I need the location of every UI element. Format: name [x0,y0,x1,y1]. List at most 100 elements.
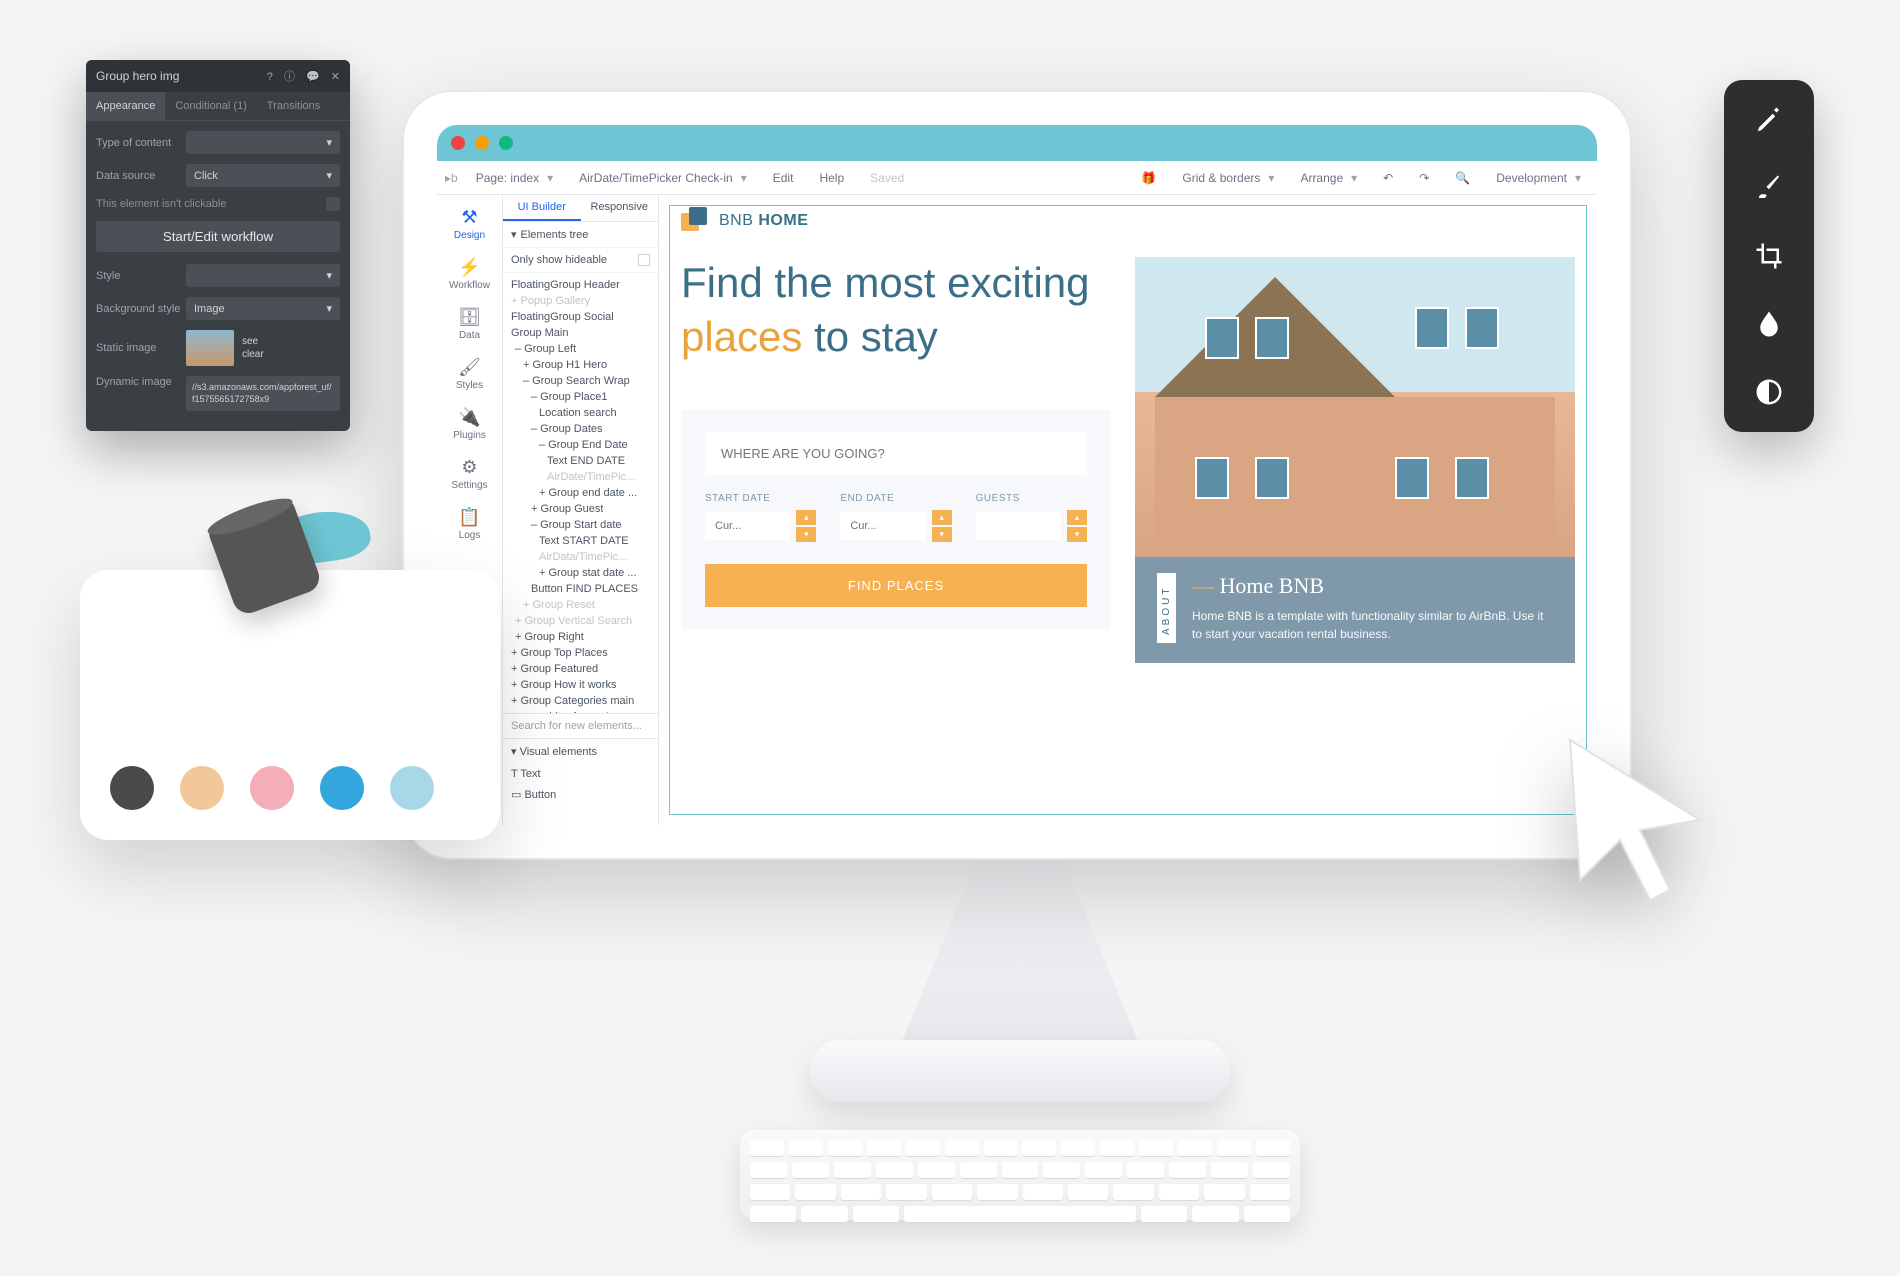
tree-item[interactable]: + Group stat date ... [503,565,658,581]
dynamic-image-label: Dynamic image [96,376,186,388]
tree-item[interactable]: + Group Top Places [503,645,658,661]
edit-menu[interactable]: Edit [765,167,802,189]
only-hideable-checkbox[interactable] [638,254,650,266]
page-selector[interactable]: Page: index [468,167,561,189]
data-source-select[interactable]: Click▾ [186,164,340,187]
not-clickable-row: This element isn't clickable [96,197,340,211]
ve-text-label: Text [520,768,540,780]
crop-tool-icon[interactable] [1749,236,1789,276]
color-swatch[interactable] [390,766,434,810]
clear-link[interactable]: clear [242,349,264,360]
elements-tree-header[interactable]: ▾Elements tree [503,222,658,248]
rail-styles[interactable]: 🖌Styles [437,349,502,399]
close-icon[interactable] [451,136,465,150]
style-label: Style [96,270,186,282]
design-canvas[interactable]: BNB HOME Find the most exciting places t… [659,195,1597,825]
tab-ui-builder[interactable]: UI Builder [503,195,581,221]
elements-panel: UI Builder Responsive ▾Elements tree Onl… [503,195,659,825]
chat-icon[interactable]: 💬 [306,71,320,83]
properties-title: Group hero img [96,69,259,83]
ve-button[interactable]: ▭ Button [503,786,658,807]
color-swatch[interactable] [110,766,154,810]
minimize-icon[interactable] [475,136,489,150]
color-swatch[interactable] [250,766,294,810]
arrange-menu[interactable]: Arrange [1292,167,1365,189]
screen: ▸b Page: index AirDate/TimePicker Check-… [437,125,1597,825]
contrast-tool-icon[interactable] [1749,372,1789,412]
hero-right: ABOUT Home BNB Home BNB is a template wi… [1135,257,1575,663]
color-swatch[interactable] [180,766,224,810]
tree-item[interactable]: – Group End Date [503,437,658,453]
info-icon[interactable]: ⓘ [284,71,295,83]
tree-item[interactable]: + Group Featured [503,661,658,677]
mode-selector[interactable]: Development [1488,167,1589,189]
rail-workflow[interactable]: ⚡Workflow [437,249,502,299]
search-icon[interactable]: 🔍 [1447,167,1478,189]
color-swatch[interactable] [320,766,364,810]
maximize-icon[interactable] [499,136,513,150]
undo-icon[interactable]: ↶ [1375,167,1401,189]
tree-item[interactable]: – Group Start date [503,517,658,533]
gift-icon[interactable]: 🎁 [1133,167,1164,189]
grid-borders-toggle[interactable]: Grid & borders [1174,167,1282,189]
ve-text[interactable]: T Text [503,764,658,786]
tree-item[interactable]: Text END DATE [503,453,658,469]
help-icon[interactable]: ? [267,71,273,83]
rail-plugins[interactable]: 🔌Plugins [437,399,502,449]
tree-item[interactable]: + Group How it works [503,677,658,693]
about-title: Home BNB [1192,573,1553,599]
tab-appearance[interactable]: Appearance [86,92,165,120]
cursor-decoration [1540,720,1740,925]
brush-tool-icon[interactable] [1749,168,1789,208]
tree-item[interactable]: – Group Search Wrap [503,373,658,389]
tree-item[interactable]: Text START DATE [503,533,658,549]
monitor-frame: ▸b Page: index AirDate/TimePicker Check-… [402,90,1632,860]
about-description: Home BNB is a template with functionalit… [1192,607,1553,643]
rail-logs[interactable]: 📋Logs [437,499,502,549]
tree-item[interactable]: + Group Right [503,629,658,645]
tree-item[interactable]: AirData/TimePic... [503,549,658,565]
help-menu[interactable]: Help [811,167,852,189]
bg-style-label: Background style [96,303,186,315]
only-hideable-row[interactable]: Only show hideable [503,248,658,273]
rail-data[interactable]: 🗄Data [437,299,502,349]
style-select[interactable]: ▾ [186,264,340,287]
type-of-content-select[interactable]: ▾ [186,131,340,154]
search-elements-input[interactable]: Search for new elements... [503,713,658,738]
droplet-tool-icon[interactable] [1749,304,1789,344]
bg-style-select[interactable]: Image▾ [186,297,340,320]
tree-item[interactable]: Location search [503,405,658,421]
tab-transitions[interactable]: Transitions [257,92,330,120]
tree-item[interactable]: + Group Reset [503,597,658,613]
start-edit-workflow-button[interactable]: Start/Edit workflow [96,221,340,252]
tree-item[interactable]: + Popup Gallery [503,293,658,309]
close-icon[interactable]: ✕ [331,71,340,83]
redo-icon[interactable]: ↷ [1411,167,1437,189]
tree-item[interactable]: – Group Place1 [503,389,658,405]
tree-item[interactable]: + Group H1 Hero [503,357,658,373]
not-clickable-checkbox[interactable] [326,197,340,211]
element-selector[interactable]: AirDate/TimePicker Check-in [571,167,755,189]
rail-design[interactable]: ⚒Design [437,199,502,249]
rail-settings[interactable]: ⚙Settings [437,449,502,499]
dynamic-image-input[interactable]: //s3.amazonaws.com/appforest_uf/f1575565… [186,376,340,411]
tree-item[interactable]: + Group Categories main [503,693,658,709]
visual-elements-header[interactable]: ▾ Visual elements [503,738,658,764]
tab-conditional[interactable]: Conditional (1) [165,92,257,120]
see-link[interactable]: see [242,336,264,347]
tree-item[interactable]: FloatingGroup Header [503,277,658,293]
tree-item[interactable]: – Group Dates [503,421,658,437]
tab-responsive[interactable]: Responsive [581,195,659,221]
tree-item[interactable]: FloatingGroup Social [503,309,658,325]
static-image-thumbnail[interactable] [186,330,234,366]
tree-item[interactable]: Button FIND PLACES [503,581,658,597]
tree-item[interactable]: – Group Left [503,341,658,357]
window-titlebar [437,125,1597,161]
tree-item[interactable]: + Group Guest [503,501,658,517]
tree-item[interactable]: + Group end date ... [503,485,658,501]
tree-item[interactable]: Group Main [503,325,658,341]
paint-bucket-decoration [180,470,360,650]
tree-item[interactable]: + Group Vertical Search [503,613,658,629]
tree-item[interactable]: AirDate/TimePic... [503,469,658,485]
pen-tool-icon[interactable] [1749,100,1789,140]
